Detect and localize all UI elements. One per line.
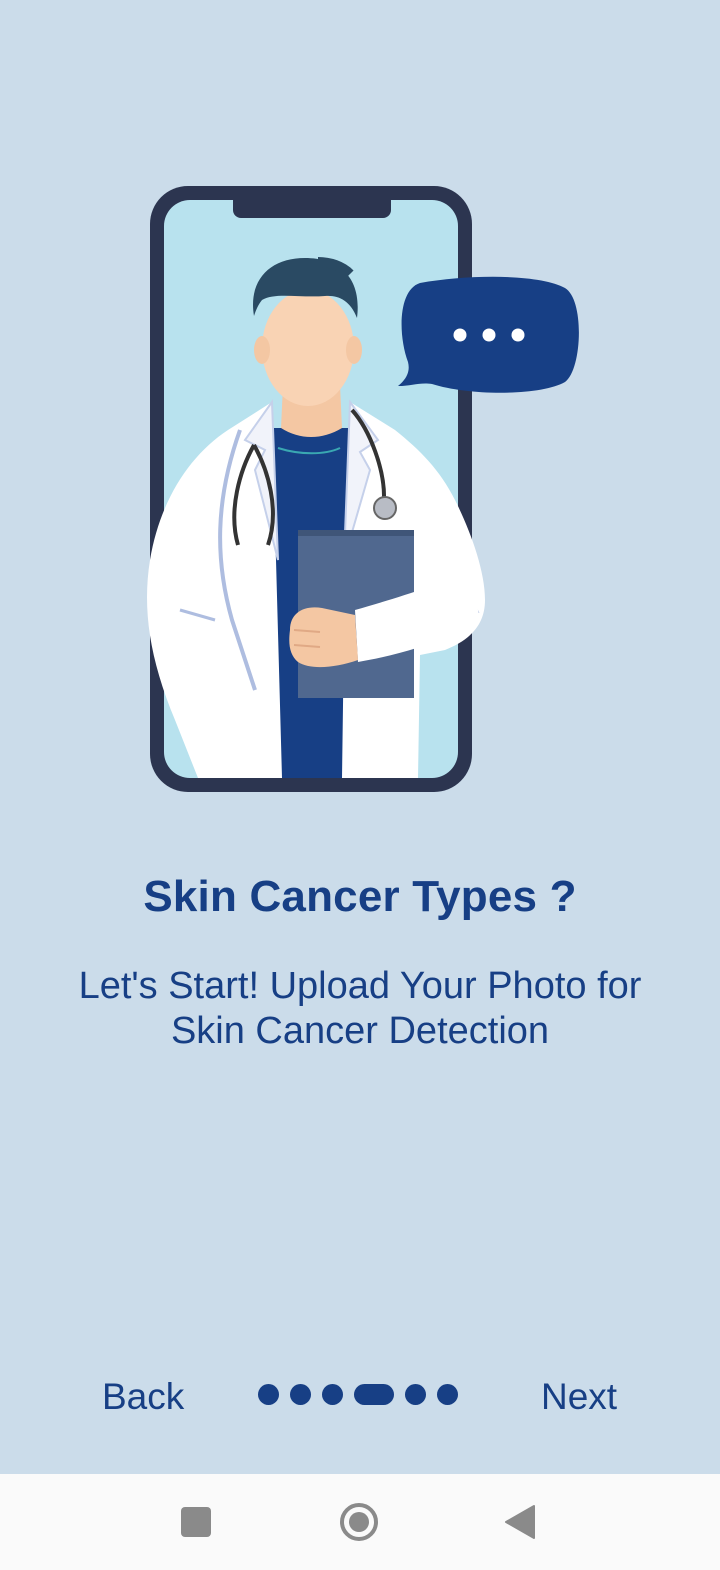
speech-bubble-icon [398,276,579,393]
triangle-back-icon[interactable] [502,1502,542,1542]
page-dot-3[interactable] [322,1384,343,1405]
back-button[interactable]: Back [94,1372,192,1422]
phone-notch [233,200,391,218]
page-title: Skin Cancer Types ? [143,872,577,921]
page-dot-5[interactable] [405,1384,426,1405]
doctor-phone-illustration [147,186,579,792]
subtitle-line-2: Skin Cancer Detection [170,1010,550,1052]
next-button[interactable]: Next [533,1372,625,1422]
page-indicator [258,1384,458,1405]
page-subtitle: Let's Start! Upload Your Photo for Skin … [40,964,680,1054]
page-dot-2[interactable] [290,1384,311,1405]
circle-icon[interactable] [339,1502,379,1542]
square-icon[interactable] [176,1502,216,1542]
page-dot-4-active[interactable] [354,1384,394,1405]
onboarding-screen: Skin Cancer Types ? Let's Start! Upload … [0,0,720,1570]
system-navigation-bar [0,1474,720,1570]
page-dot-6[interactable] [437,1384,458,1405]
subtitle-line-1: Let's Start! Upload Your Photo for [78,965,642,1007]
page-dot-1[interactable] [258,1384,279,1405]
